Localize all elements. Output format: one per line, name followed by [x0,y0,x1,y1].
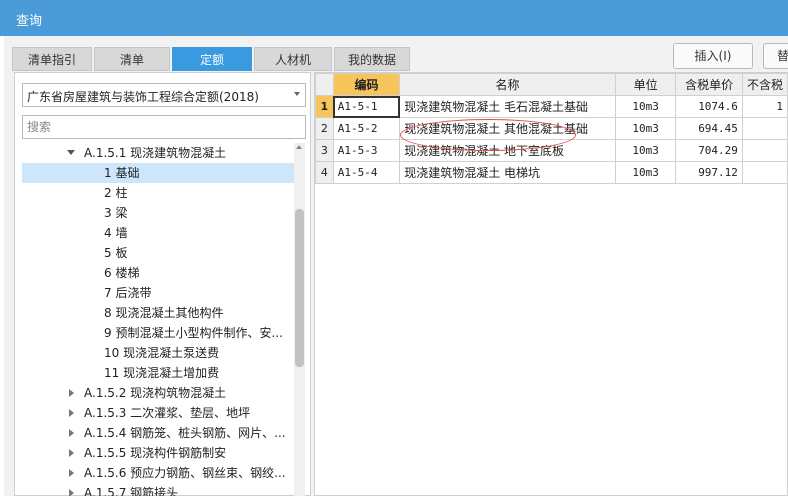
table-row[interactable]: 1 A1-5-1 现浇建筑物混凝土 毛石混凝土基础 10m3 1074.6 1 [315,95,788,118]
tree-node-label: 11 现浇混凝土增加费 [104,366,220,380]
quota-library-select[interactable]: 广东省房屋建筑与装饰工程综合定额(2018) [22,83,306,107]
column-header-code[interactable]: 编码 [332,73,401,96]
tree-node-a157[interactable]: A.1.5.7 钢筋接头 [22,483,294,496]
tree-node-a151[interactable]: A.1.5.1 现浇建筑物混凝土 [22,143,294,163]
cell-name[interactable]: 现浇建筑物混凝土 地下室底板 [399,139,616,162]
scroll-up-arrow-icon[interactable] [296,145,302,149]
tree-node-a152[interactable]: A.1.5.2 现浇构筑物混凝土 [22,383,294,403]
cell-price-incl-tax[interactable]: 694.45 [675,117,743,140]
tree-node-label: 7 后浇带 [104,286,152,300]
cell-unit[interactable]: 10m3 [614,139,677,162]
collapsed-arrow-icon[interactable] [69,449,74,457]
window-title: 查询 [16,14,43,29]
tab-bill[interactable]: 清单 [94,47,170,71]
tree-node-label: 1 基础 [104,166,140,180]
cell-unit[interactable]: 10m3 [614,161,677,184]
search-input[interactable] [22,115,306,139]
tree-node-label: 5 板 [104,246,128,260]
title-bar: 查询 [0,0,788,36]
tree-node-label: A.1.5.6 预应力钢筋、钢丝束、钢绞... [84,466,286,480]
cell-price-excl-tax[interactable]: 1 [741,95,788,118]
collapsed-arrow-icon[interactable] [69,409,74,417]
tree-node-foundation[interactable]: 1 基础 [22,163,294,183]
cell-price-excl-tax[interactable] [741,161,788,184]
collapsed-arrow-icon[interactable] [69,469,74,477]
tree-node-a155[interactable]: A.1.5.5 现浇构件钢筋制安 [22,443,294,463]
chevron-down-icon[interactable] [294,92,300,96]
cell-code[interactable]: A1-5-3 [332,139,401,162]
cell-price-incl-tax[interactable]: 1074.6 [675,95,743,118]
tree-node-label: 8 现浇混凝土其他构件 [104,306,224,320]
cell-price-excl-tax[interactable] [741,117,788,140]
cell-code[interactable]: A1-5-1 [332,95,401,118]
tree-node-label: 4 墙 [104,226,128,240]
column-header-name[interactable]: 名称 [399,73,616,96]
table-row[interactable]: 4 A1-5-4 现浇建筑物混凝土 电梯坑 10m3 997.12 [315,161,788,184]
tree-node-column[interactable]: 2 柱 [22,183,294,203]
tree-node-beam[interactable]: 3 梁 [22,203,294,223]
row-number: 4 [315,161,334,184]
tab-my-data[interactable]: 我的数据 [334,47,410,71]
cell-code[interactable]: A1-5-4 [332,161,401,184]
cell-unit[interactable]: 10m3 [614,95,677,118]
collapsed-arrow-icon[interactable] [69,429,74,437]
tree-node-a156[interactable]: A.1.5.6 预应力钢筋、钢丝束、钢绞... [22,463,294,483]
column-header-price-incl-tax[interactable]: 含税单价 [675,73,743,96]
tree-node-a154[interactable]: A.1.5.4 钢筋笼、桩头钢筋、网片、... [22,423,294,443]
tree-node-label: 3 梁 [104,206,128,220]
collapsed-arrow-icon[interactable] [69,389,74,397]
tree-node-label: 10 现浇混凝土泵送费 [104,346,220,360]
quota-tree: A.1.5.1 现浇建筑物混凝土 1 基础 2 柱 3 梁 4 墙 5 板 6 … [22,143,294,496]
scrollbar-thumb[interactable] [295,209,304,367]
cell-price-excl-tax[interactable] [741,139,788,162]
row-number: 1 [315,95,334,118]
tree-scrollbar[interactable] [294,143,305,496]
tree-node-a153[interactable]: A.1.5.3 二次灌浆、垫层、地坪 [22,403,294,423]
column-header-price-excl-tax[interactable]: 不含税 [741,73,788,96]
table-row[interactable]: 2 A1-5-2 现浇建筑物混凝土 其他混凝土基础 10m3 694.45 [315,117,788,140]
tree-node-label: A.1.5.4 钢筋笼、桩头钢筋、网片、... [84,426,286,440]
tree-node-label: 9 预制混凝土小型构件制作、安... [104,326,283,340]
tree-node-stairs[interactable]: 6 楼梯 [22,263,294,283]
tree-node-label: 6 楼梯 [104,266,140,280]
tree-node-post-pour-strip[interactable]: 7 后浇带 [22,283,294,303]
row-number: 2 [315,117,334,140]
collapsed-arrow-icon[interactable] [69,489,74,496]
cell-name[interactable]: 现浇建筑物混凝土 毛石混凝土基础 [399,95,616,118]
tree-node-label: A.1.5.1 现浇建筑物混凝土 [84,146,227,160]
column-header-unit[interactable]: 单位 [614,73,677,96]
replace-button[interactable]: 替 [763,43,788,69]
tree-node-label: A.1.5.5 现浇构件钢筋制安 [84,446,227,460]
insert-button[interactable]: 插入(I) [673,43,753,69]
cell-price-incl-tax[interactable]: 997.12 [675,161,743,184]
table-row[interactable]: 3 A1-5-3 现浇建筑物混凝土 地下室底板 10m3 704.29 [315,139,788,162]
tree-node-precast-members[interactable]: 9 预制混凝土小型构件制作、安... [22,323,294,343]
tree-node-label: A.1.5.7 钢筋接头 [84,486,179,496]
cell-code[interactable]: A1-5-2 [332,117,401,140]
tree-node-label: 2 柱 [104,186,128,200]
cell-unit[interactable]: 10m3 [614,117,677,140]
tab-bill-guide[interactable]: 清单指引 [12,47,92,71]
row-number: 3 [315,139,334,162]
tree-node-additional-fee[interactable]: 11 现浇混凝土增加费 [22,363,294,383]
expanded-arrow-icon[interactable] [67,150,75,155]
tab-labor-material-machine[interactable]: 人材机 [254,47,332,71]
tree-node-slab[interactable]: 5 板 [22,243,294,263]
quota-table: 编码 名称 单位 含税单价 不含税 1 A1-5-1 现浇建筑物混凝土 毛石混凝… [315,73,788,184]
tree-node-pumping-fee[interactable]: 10 现浇混凝土泵送费 [22,343,294,363]
tree-node-other-members[interactable]: 8 现浇混凝土其他构件 [22,303,294,323]
tree-node-wall[interactable]: 4 墙 [22,223,294,243]
cell-name[interactable]: 现浇建筑物混凝土 其他混凝土基础 [399,117,616,140]
cell-name[interactable]: 现浇建筑物混凝土 电梯坑 [399,161,616,184]
row-number-header [315,73,334,96]
cell-price-incl-tax[interactable]: 704.29 [675,139,743,162]
tree-node-label: A.1.5.3 二次灌浆、垫层、地坪 [84,406,251,420]
tab-quota[interactable]: 定额 [172,47,252,71]
quota-library-value: 广东省房屋建筑与装饰工程综合定额(2018) [27,90,259,104]
tree-node-label: A.1.5.2 现浇构筑物混凝土 [84,386,227,400]
table-header-row: 编码 名称 单位 含税单价 不含税 [315,73,788,96]
